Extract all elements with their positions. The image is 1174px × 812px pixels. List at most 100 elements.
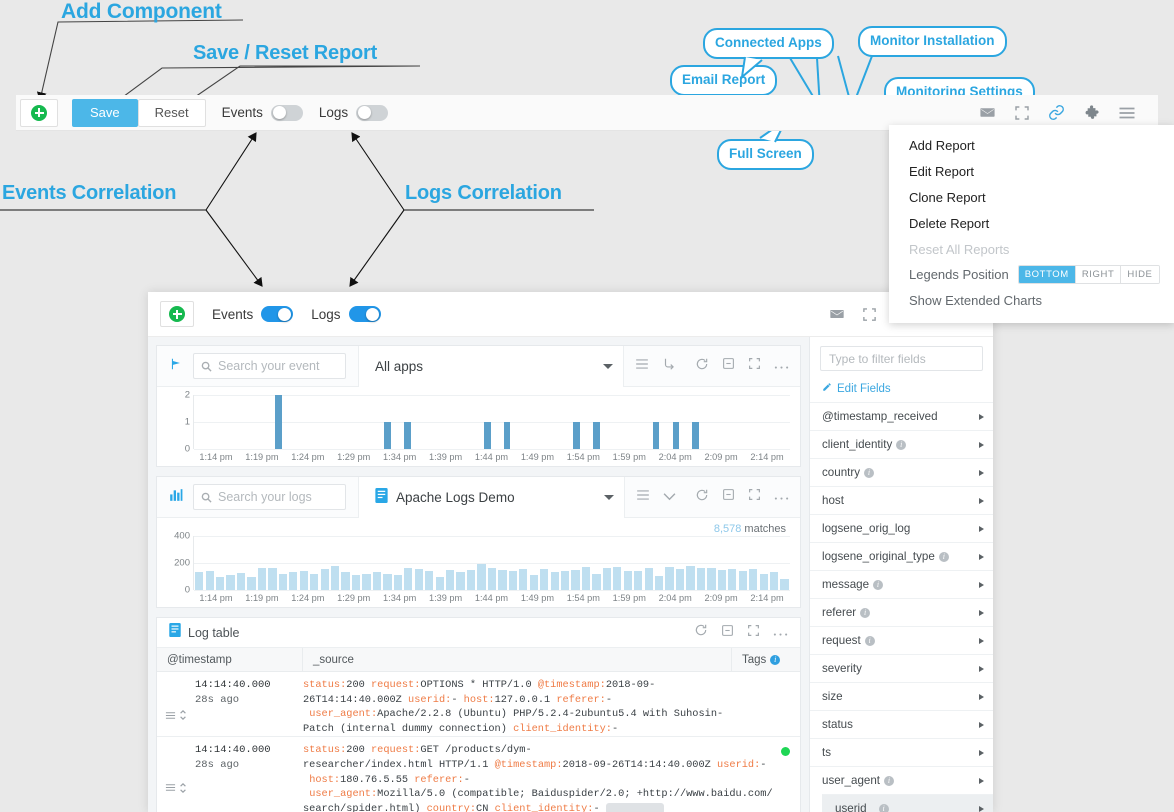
row-handle[interactable] bbox=[157, 678, 195, 736]
menu-item-add-report[interactable]: Add Report bbox=[889, 132, 1174, 158]
chevron-right-icon[interactable] bbox=[979, 581, 984, 588]
sidebar-field-referer[interactable]: referer i bbox=[810, 598, 993, 626]
x-tick-label: 1:54 pm bbox=[566, 452, 600, 462]
app-events-toggle[interactable] bbox=[261, 306, 294, 322]
refresh-icon[interactable] bbox=[695, 488, 709, 507]
events-toggle[interactable] bbox=[270, 104, 303, 121]
column-source[interactable]: _source bbox=[303, 648, 732, 671]
minimize-icon[interactable] bbox=[722, 357, 735, 375]
x-tick-label: 1:24 pm bbox=[291, 452, 325, 462]
info-icon[interactable]: i bbox=[864, 467, 875, 478]
info-icon[interactable]: i bbox=[878, 803, 889, 812]
list-view-icon[interactable] bbox=[635, 357, 649, 375]
table-row[interactable]: 14:14:40.000 28s ago status:200 request:OP… bbox=[157, 672, 800, 738]
sidebar-field-user-agent[interactable]: user_agent i bbox=[810, 766, 993, 794]
fullscreen-icon[interactable] bbox=[747, 624, 760, 642]
minimize-icon[interactable] bbox=[721, 624, 734, 642]
branch-icon[interactable] bbox=[662, 357, 676, 376]
info-icon[interactable]: i bbox=[860, 607, 871, 618]
events-app-filter-select[interactable]: All apps bbox=[358, 345, 623, 387]
chevron-right-icon[interactable] bbox=[979, 553, 984, 560]
puzzle-icon[interactable] bbox=[1083, 104, 1100, 121]
minimize-icon[interactable] bbox=[722, 488, 735, 506]
sidebar-field-status[interactable]: status bbox=[810, 710, 993, 738]
events-card-header: Search your event All apps bbox=[157, 345, 800, 387]
x-tick-label: 2:09 pm bbox=[704, 452, 738, 462]
chevron-right-icon[interactable] bbox=[979, 637, 984, 644]
row-handle[interactable] bbox=[157, 743, 195, 812]
sidebar-field-size[interactable]: size bbox=[810, 682, 993, 710]
menu-item-clone-report[interactable]: Clone Report bbox=[889, 184, 1174, 210]
column-tags[interactable]: Tags i bbox=[732, 648, 800, 671]
sidebar-field-userid[interactable]: userid i bbox=[822, 794, 993, 812]
field-label: userid bbox=[835, 802, 867, 812]
chevron-right-icon[interactable] bbox=[979, 413, 984, 420]
chart-bar bbox=[692, 422, 700, 449]
logs-toggle[interactable] bbox=[356, 104, 389, 121]
sidebar-field-client-identity[interactable]: client_identity i bbox=[810, 430, 993, 458]
chart-bar bbox=[351, 575, 361, 590]
app-logs-toggle[interactable] bbox=[348, 306, 381, 322]
table-row[interactable]: 14:14:40.000 28s ago status:200 request:GE… bbox=[157, 737, 800, 812]
add-component-button[interactable] bbox=[20, 98, 58, 127]
sidebar-field-country[interactable]: country i bbox=[810, 458, 993, 486]
logs-search-input[interactable]: Search your logs bbox=[193, 484, 346, 510]
menu-item-delete-report[interactable]: Delete Report bbox=[889, 210, 1174, 236]
sidebar-field--timestamp-received[interactable]: @timestamp_received bbox=[810, 402, 993, 430]
sidebar-field-host[interactable]: host bbox=[810, 486, 993, 514]
app-add-component-button[interactable] bbox=[160, 301, 194, 327]
refresh-icon[interactable] bbox=[694, 623, 708, 642]
chevron-right-icon[interactable] bbox=[979, 749, 984, 756]
chevron-down-icon[interactable] bbox=[663, 488, 676, 506]
legends-option-right[interactable]: RIGHT bbox=[1075, 266, 1122, 283]
info-icon[interactable]: i bbox=[770, 654, 781, 665]
chevron-right-icon[interactable] bbox=[979, 805, 984, 812]
info-icon[interactable]: i bbox=[938, 551, 949, 562]
chevron-right-icon[interactable] bbox=[979, 721, 984, 728]
more-options-icon[interactable] bbox=[774, 488, 789, 506]
field-filter-input[interactable]: Type to filter fields bbox=[820, 346, 983, 371]
legends-position-row: Legends Position BOTTOM RIGHT HIDE bbox=[889, 262, 1174, 287]
sidebar-field-request[interactable]: request i bbox=[810, 626, 993, 654]
legends-position-segmented[interactable]: BOTTOM RIGHT HIDE bbox=[1017, 265, 1160, 284]
chevron-right-icon[interactable] bbox=[979, 777, 984, 784]
fullscreen-icon[interactable] bbox=[1014, 105, 1030, 121]
chevron-right-icon[interactable] bbox=[979, 497, 984, 504]
info-icon[interactable]: i bbox=[896, 439, 907, 450]
legends-option-hide[interactable]: HIDE bbox=[1121, 266, 1159, 283]
sidebar-field-message[interactable]: message i bbox=[810, 570, 993, 598]
sidebar-field-logsene-original-type[interactable]: logsene_original_type i bbox=[810, 542, 993, 570]
info-icon[interactable]: i bbox=[873, 579, 884, 590]
legends-option-bottom[interactable]: BOTTOM bbox=[1018, 266, 1076, 283]
info-icon[interactable]: i bbox=[884, 775, 895, 786]
event-search-input[interactable]: Search your event bbox=[193, 353, 346, 379]
fullscreen-icon[interactable] bbox=[862, 307, 877, 322]
fullscreen-icon[interactable] bbox=[748, 357, 761, 375]
sidebar-field-ts[interactable]: ts bbox=[810, 738, 993, 766]
info-icon[interactable]: i bbox=[864, 635, 875, 646]
more-options-icon[interactable] bbox=[774, 357, 789, 375]
chevron-right-icon[interactable] bbox=[979, 469, 984, 476]
sidebar-field-severity[interactable]: severity bbox=[810, 654, 993, 682]
column-timestamp[interactable]: @timestamp bbox=[157, 648, 303, 671]
more-options-icon[interactable] bbox=[773, 624, 788, 642]
edit-fields-button[interactable]: Edit Fields bbox=[810, 379, 993, 402]
menu-item-show-extended-charts[interactable]: Show Extended Charts bbox=[889, 287, 1174, 313]
chevron-right-icon[interactable] bbox=[979, 693, 984, 700]
chevron-right-icon[interactable] bbox=[979, 665, 984, 672]
chevron-right-icon[interactable] bbox=[979, 609, 984, 616]
fullscreen-icon[interactable] bbox=[748, 488, 761, 506]
chevron-right-icon[interactable] bbox=[979, 525, 984, 532]
list-view-icon[interactable] bbox=[636, 488, 650, 506]
chevron-right-icon[interactable] bbox=[979, 441, 984, 448]
envelope-icon[interactable] bbox=[829, 306, 845, 322]
link-icon[interactable] bbox=[1048, 104, 1065, 121]
reset-button[interactable]: Reset bbox=[137, 98, 206, 127]
save-button[interactable]: Save bbox=[72, 98, 138, 127]
menu-item-edit-report[interactable]: Edit Report bbox=[889, 158, 1174, 184]
refresh-icon[interactable] bbox=[695, 357, 709, 376]
envelope-icon[interactable] bbox=[979, 104, 996, 121]
sidebar-field-logsene-orig-log[interactable]: logsene_orig_log bbox=[810, 514, 993, 542]
hamburger-icon[interactable] bbox=[1118, 106, 1136, 120]
logs-source-select[interactable]: Apache Logs Demo bbox=[358, 476, 624, 518]
